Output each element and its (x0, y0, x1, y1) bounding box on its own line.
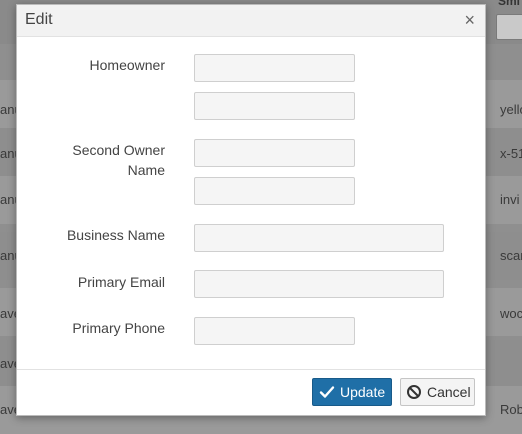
second-owner-second-field[interactable] (194, 177, 355, 205)
business-name-field[interactable] (194, 224, 444, 252)
ban-icon (407, 385, 421, 399)
table-cell: woc (500, 306, 522, 321)
edit-dialog: Edit × Homeowner Second Owner Name Busin… (16, 4, 486, 416)
second-owner-field[interactable] (194, 139, 355, 167)
cancel-button[interactable]: Cancel (400, 378, 475, 406)
table-cell: x-51 (500, 146, 522, 161)
dialog-header: Edit × (17, 5, 485, 37)
dialog-title: Edit (25, 11, 53, 28)
table-cell: ave (0, 306, 17, 321)
table-cell: scar (500, 248, 522, 263)
table-cell: anu (0, 102, 17, 117)
update-button-label: Update (340, 384, 386, 400)
table-cell: anu (0, 192, 17, 207)
primary-email-field[interactable] (194, 270, 444, 298)
second-owner-label-line1: Second Owner (72, 142, 165, 158)
table-cell: anu (0, 146, 17, 161)
homeowner-second-field[interactable] (194, 92, 355, 120)
table-cell: ave (0, 356, 17, 371)
check-icon (319, 386, 335, 398)
table-cell: yello (500, 102, 522, 117)
background-header-label: Smi (498, 0, 521, 8)
close-icon[interactable]: × (464, 11, 475, 29)
table-cell: ave (0, 402, 17, 417)
update-button[interactable]: Update (312, 378, 392, 406)
second-owner-label-line2: Name (127, 162, 165, 178)
homeowner-label: Homeowner (89, 57, 165, 73)
table-cell: anu (0, 248, 17, 263)
business-name-label: Business Name (66, 227, 165, 243)
homeowner-field[interactable] (194, 54, 355, 82)
table-cell: invi (500, 192, 520, 207)
primary-phone-field[interactable] (194, 317, 355, 345)
background-filter-input (496, 14, 522, 40)
primary-email-label: Primary Email (77, 274, 165, 290)
table-cell: Rob (500, 402, 522, 417)
primary-phone-label: Primary Phone (72, 320, 165, 336)
cancel-button-label: Cancel (427, 384, 471, 400)
dialog-footer: Update Cancel (17, 369, 485, 415)
